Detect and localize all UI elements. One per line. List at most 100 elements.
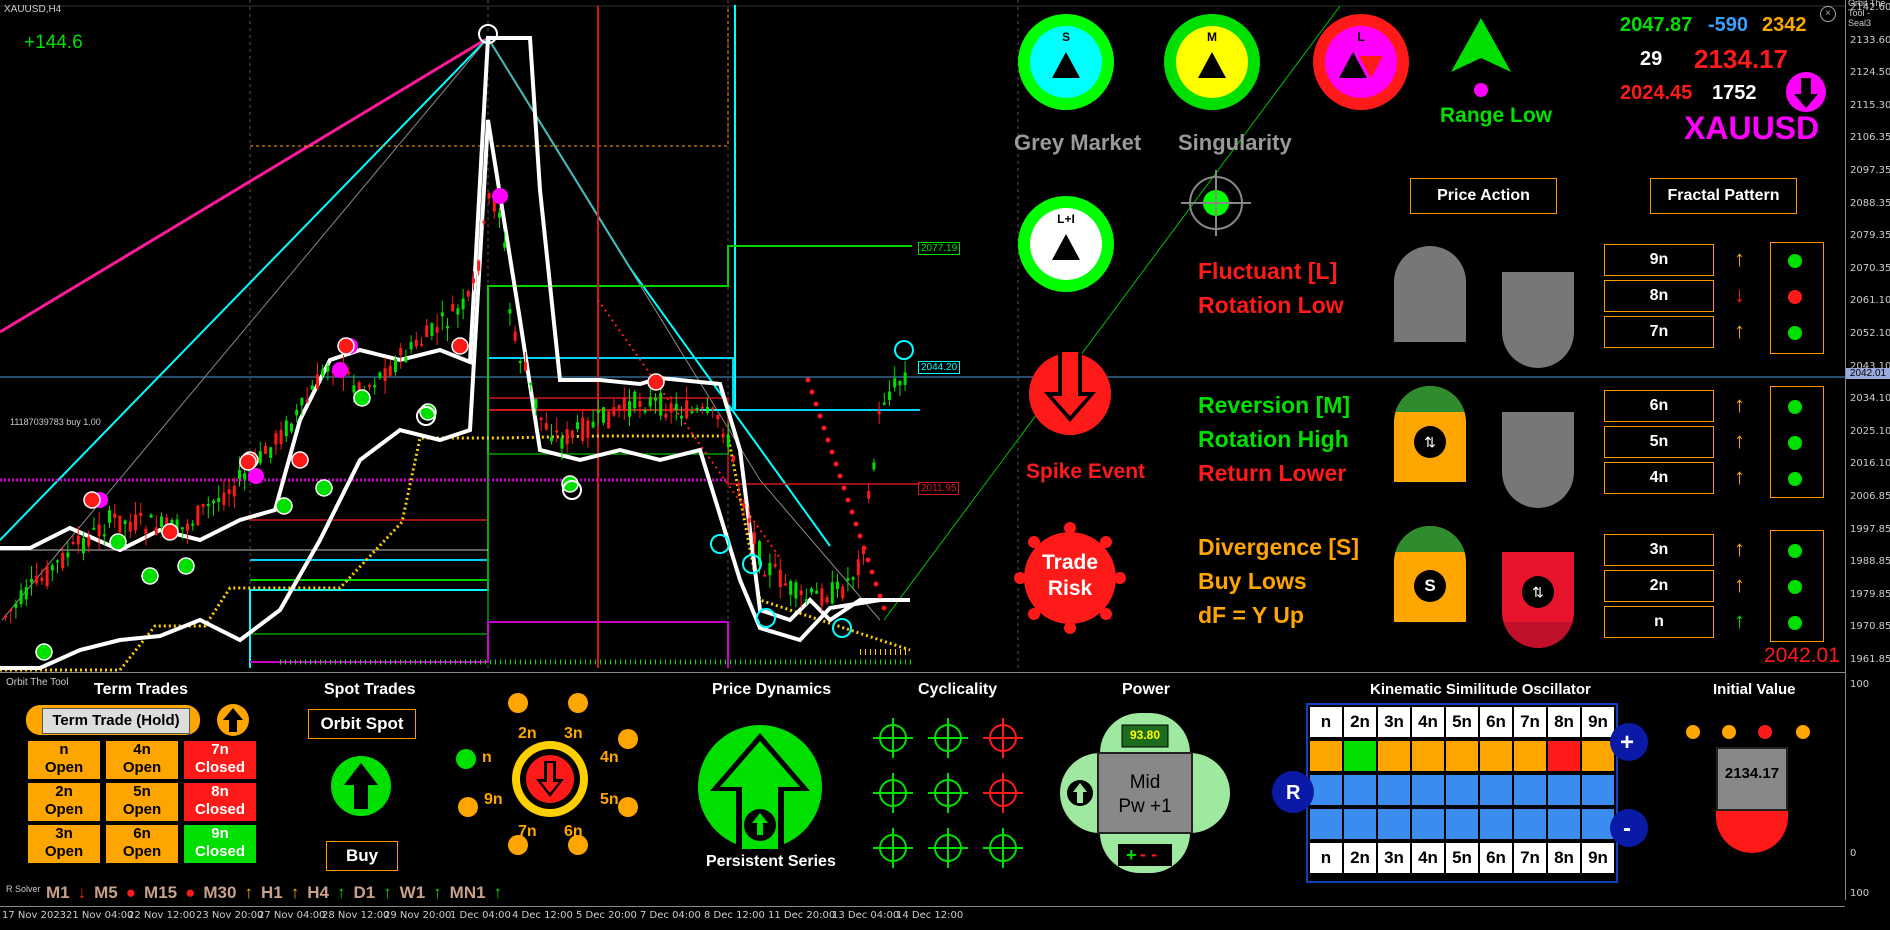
buy-marker-icon xyxy=(177,557,195,575)
candle-body xyxy=(414,339,418,347)
mode-li-circle[interactable]: L+I xyxy=(1018,196,1114,292)
close-icon[interactable]: × xyxy=(1820,6,1836,22)
fractal-slot[interactable]: 2n xyxy=(1604,570,1714,602)
mode-l-circle[interactable]: L xyxy=(1313,14,1409,110)
price-tick: 1979.85 xyxy=(1850,588,1890,600)
bullet-shape-1 xyxy=(1394,246,1466,342)
candle-body xyxy=(425,325,429,338)
timeframe-m1[interactable]: M1 xyxy=(46,883,70,902)
timeframe-h4[interactable]: H4 xyxy=(307,883,329,902)
candle-body xyxy=(180,527,184,530)
candle-body xyxy=(752,532,756,544)
date-tick: 8 Dec 12:00 xyxy=(704,910,765,921)
price-axis[interactable]: Orbit The Tool - Seal3 2142.60 2133.60 212… xyxy=(1845,0,1890,900)
date-tick: 13 Dec 04:00 xyxy=(832,910,900,921)
fractal-slot[interactable]: 8n xyxy=(1604,280,1714,312)
fractal-slot[interactable]: 7n xyxy=(1604,316,1714,348)
sell-marker-icon xyxy=(451,337,469,355)
candle-body xyxy=(264,446,267,454)
candle-body xyxy=(721,433,725,437)
plus-button[interactable]: + xyxy=(1610,723,1648,761)
price-action-button[interactable]: Price Action xyxy=(1410,178,1557,214)
timeframe-m5[interactable]: M5 xyxy=(94,883,118,902)
term-trade-cell[interactable]: 6n Open xyxy=(106,825,178,863)
term-trade-cell[interactable]: 5n Open xyxy=(106,783,178,821)
minus-button[interactable]: - xyxy=(1610,809,1648,847)
trend-arrow-icon: ↓ xyxy=(1734,282,1745,307)
buy-button[interactable]: Buy xyxy=(326,841,398,871)
kso-cell xyxy=(1480,741,1512,771)
candle-body xyxy=(191,523,195,526)
fractal-slot[interactable]: 5n xyxy=(1604,426,1714,458)
kso-cell: 8n xyxy=(1548,843,1580,873)
kso-cell xyxy=(1378,741,1410,771)
candle-body xyxy=(404,357,408,363)
fractal-slot[interactable]: 3n xyxy=(1604,534,1714,566)
kso-cell xyxy=(1548,741,1580,771)
up-arrow-icon[interactable] xyxy=(216,703,250,737)
candle-body xyxy=(856,559,860,576)
series-dot xyxy=(853,521,859,527)
term-trade-cell[interactable]: 4n Open xyxy=(106,741,178,779)
candle-body xyxy=(113,513,117,518)
candle-body xyxy=(186,523,189,531)
candle-body xyxy=(732,455,735,462)
candle-body xyxy=(669,403,673,413)
trend-arrow-icon: ↑ xyxy=(1734,572,1745,597)
term-trade-cell[interactable]: 9n Closed xyxy=(184,825,256,863)
state-rotation-low: Rotation Low xyxy=(1198,292,1344,318)
candle-body xyxy=(726,435,730,447)
kso-cell xyxy=(1548,809,1580,839)
mode-m-circle[interactable]: M xyxy=(1164,14,1260,110)
dial-label: 4n xyxy=(600,749,619,766)
date-tick: 21 Nov 04:00 xyxy=(66,910,134,921)
fractal-slot[interactable]: 6n xyxy=(1604,390,1714,422)
candle-body xyxy=(804,599,808,602)
candle-body xyxy=(487,192,491,199)
time-axis[interactable]: 17 Nov 2023 21 Nov 04:00 22 Nov 12:00 23 No… xyxy=(0,906,1845,930)
timeframe-mn1[interactable]: MN1 xyxy=(450,883,486,902)
term-trade-cell[interactable]: 7n Closed xyxy=(184,741,256,779)
orbit-spot-button[interactable]: Orbit Spot xyxy=(308,709,416,739)
fractal-slot[interactable]: n xyxy=(1604,606,1714,638)
down-arrow-circle-icon xyxy=(1786,72,1826,112)
bullet-shape-4 xyxy=(1502,412,1574,508)
price-tick: 1970.85 xyxy=(1850,621,1890,633)
price-tick: 2006.85 xyxy=(1850,491,1890,502)
candle-body xyxy=(893,378,897,388)
price-tick: 1997.85 xyxy=(1850,523,1890,535)
dotted-series xyxy=(597,299,780,558)
timeframe-m15[interactable]: M15 xyxy=(144,883,177,902)
timeframe-d1[interactable]: D1 xyxy=(353,883,375,902)
candle-body xyxy=(430,323,434,336)
timeframe-m30[interactable]: M30 xyxy=(203,883,236,902)
fractal-slot[interactable]: 9n xyxy=(1604,244,1714,276)
candle-body xyxy=(581,417,585,441)
term-trade-cell[interactable]: n Open xyxy=(28,741,100,779)
series-dot xyxy=(837,473,843,479)
candle-body xyxy=(217,498,221,503)
timeframe-w1[interactable]: W1 xyxy=(400,883,426,902)
term-trade-cell[interactable]: 3n Open xyxy=(28,825,100,863)
mode-s-circle[interactable]: S xyxy=(1018,14,1114,110)
candle-body xyxy=(778,569,782,588)
series-dot xyxy=(841,485,847,491)
arrow-up-icon xyxy=(1052,234,1080,260)
term-trade-hold-button[interactable]: Term Trade (Hold) xyxy=(42,708,190,734)
solver-label: R Solver xyxy=(6,884,41,894)
timeframe-h1[interactable]: H1 xyxy=(261,883,283,902)
iv-dot-4 xyxy=(1796,725,1810,739)
term-trade-cell[interactable]: 8n Closed xyxy=(184,783,256,821)
r-button[interactable]: R xyxy=(1272,771,1314,813)
fractal-pattern-button[interactable]: Fractal Pattern xyxy=(1650,178,1797,214)
crosshair-icon xyxy=(928,828,968,868)
candle-body xyxy=(394,359,397,373)
fractal-slot[interactable]: 4n xyxy=(1604,462,1714,494)
term-trade-cell[interactable]: 2n Open xyxy=(28,783,100,821)
candle-body xyxy=(310,385,314,390)
candle-body xyxy=(654,397,657,401)
crosshair-icon xyxy=(873,828,913,868)
iv-dot-1 xyxy=(1686,725,1700,739)
candle-body xyxy=(165,517,169,525)
candle-body xyxy=(763,574,767,577)
